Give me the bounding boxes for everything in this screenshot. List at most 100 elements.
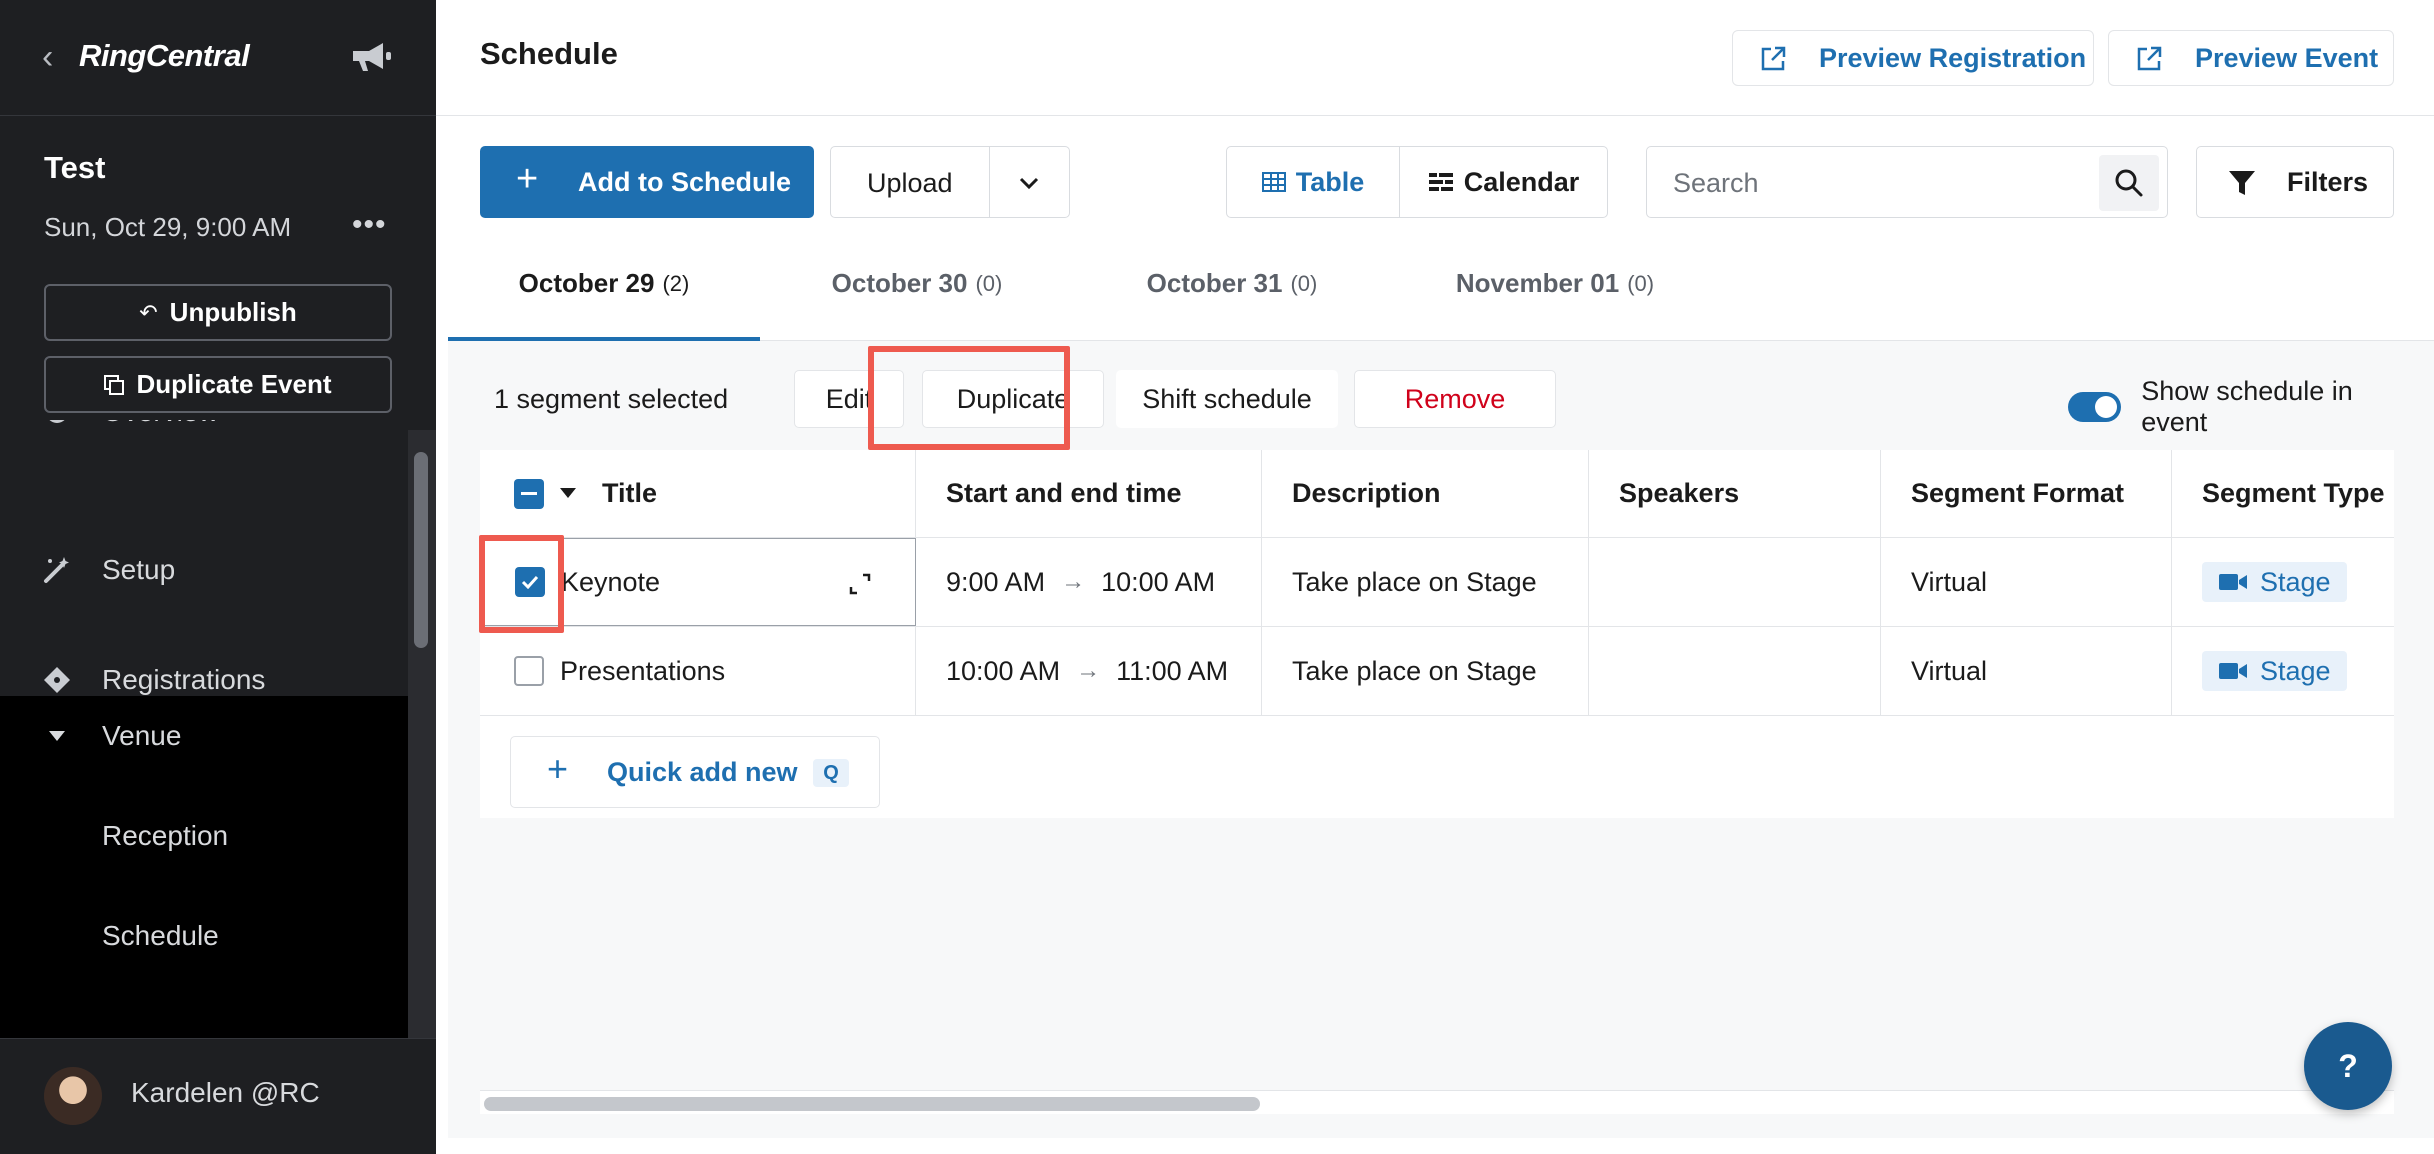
view-calendar-option[interactable]: Calendar — [1399, 147, 1607, 217]
cell-format[interactable]: Virtual — [1881, 538, 2172, 626]
sidebar-item-label: Registrations — [102, 664, 266, 695]
brand-logo: RingCentral — [79, 38, 250, 73]
cell-time[interactable]: 9:00 AM → 10:00 AM — [916, 538, 1262, 626]
remove-button[interactable]: Remove — [1354, 370, 1556, 428]
column-header-label: Title — [602, 478, 658, 508]
unpublish-button[interactable]: ↶ Unpublish — [44, 284, 392, 341]
keyboard-shortcut-badge: Q — [813, 759, 849, 787]
event-title: Test — [44, 150, 106, 185]
add-to-schedule-button[interactable]: + Add to Schedule — [480, 146, 814, 218]
help-button[interactable]: ? — [2304, 1022, 2392, 1110]
search-button[interactable] — [2099, 155, 2159, 211]
cell-speakers[interactable] — [1589, 538, 1881, 626]
shift-schedule-button[interactable]: Shift schedule — [1116, 370, 1338, 428]
ticket-icon — [40, 663, 74, 697]
preview-registration-button[interactable]: Preview Registration — [1732, 30, 2094, 86]
column-header-format[interactable]: Segment Format — [1881, 450, 2172, 537]
quick-add-button[interactable]: + Quick add new Q — [510, 736, 880, 808]
checkmark-icon — [521, 575, 539, 589]
cell-type[interactable]: Stage — [2172, 627, 2394, 715]
chevron-down-icon[interactable] — [1015, 169, 1043, 197]
sidebar-item-setup[interactable]: Setup — [0, 530, 408, 610]
cell-title[interactable]: Presentations — [480, 627, 916, 715]
unpublish-label: Unpublish — [169, 297, 297, 327]
quick-add-row: + Quick add new Q — [480, 716, 2394, 818]
duplicate-event-button[interactable]: Duplicate Event — [44, 356, 392, 413]
column-header-speakers[interactable]: Speakers — [1589, 450, 1881, 537]
segment-type-badge: Stage — [2202, 651, 2347, 691]
search-input[interactable] — [1673, 165, 2093, 201]
table-row[interactable]: Keynote 9:00 AM → 10:00 AM Take place on… — [480, 538, 2394, 627]
sidebar-item-label: Setup — [102, 554, 176, 585]
sidebar-item-label: Schedule — [102, 920, 219, 951]
tab-november-01[interactable]: November 01 (0) — [1390, 226, 1720, 341]
column-header-type[interactable]: Segment Type — [2172, 450, 2394, 537]
tab-october-29[interactable]: October 29 (2) — [448, 226, 760, 341]
cell-description[interactable]: Take place on Stage — [1262, 538, 1589, 626]
date-tabs: October 29 (2) October 30 (0) October 31… — [448, 226, 2434, 341]
user-profile[interactable]: Kardelen @RC — [0, 1038, 436, 1154]
page-title: Schedule — [480, 36, 618, 71]
sidebar-item-venue[interactable]: Venue — [0, 696, 408, 776]
indeterminate-icon — [521, 492, 537, 495]
expand-icon[interactable] — [843, 567, 877, 601]
horizontal-scrollbar[interactable] — [480, 1090, 2394, 1114]
sidebar-item-schedule[interactable]: Schedule — [0, 896, 408, 976]
cell-format[interactable]: Virtual — [1881, 627, 2172, 715]
plus-icon: + — [547, 748, 569, 789]
view-table-option[interactable]: Table — [1227, 147, 1399, 217]
tab-october-31[interactable]: October 31 (0) — [1074, 226, 1390, 341]
cell-type[interactable]: Stage — [2172, 538, 2394, 626]
caret-down-icon[interactable] — [560, 488, 576, 498]
tab-october-30[interactable]: October 30 (0) — [760, 226, 1074, 341]
column-header-time[interactable]: Start and end time — [916, 450, 1262, 537]
sidebar: ‹ RingCentral Test Sun, Oct 29, 9:00 AM … — [0, 0, 436, 1154]
tab-label: November 01 — [1455, 268, 1620, 298]
user-name: Kardelen @RC — [131, 1077, 320, 1108]
table-row[interactable]: Presentations 10:00 AM → 11:00 AM Take p… — [480, 627, 2394, 716]
column-header-description[interactable]: Description — [1262, 450, 1589, 537]
back-chevron-icon[interactable]: ‹ — [42, 40, 66, 74]
upload-button[interactable]: Upload — [867, 168, 953, 199]
duplicate-button[interactable]: Duplicate — [922, 370, 1104, 428]
filters-button[interactable]: Filters — [2196, 146, 2394, 218]
sidebar-scrollbar-thumb[interactable] — [414, 452, 428, 648]
sidebar-scrollbar[interactable] — [408, 430, 436, 1038]
schedule-table: Title Start and end time Description Spe… — [480, 450, 2394, 818]
arrow-right-icon: → — [1076, 657, 1101, 684]
plus-icon: + — [516, 158, 539, 200]
filters-label: Filters — [2287, 166, 2369, 197]
video-camera-icon — [2219, 663, 2247, 679]
cell-time[interactable]: 10:00 AM → 11:00 AM — [916, 627, 1262, 715]
horizontal-scrollbar-thumb[interactable] — [484, 1097, 1260, 1111]
select-all-checkbox[interactable] — [514, 478, 544, 509]
sidebar-item-label: Venue — [102, 720, 182, 751]
cell-title[interactable]: Keynote — [480, 538, 916, 626]
calendar-icon — [1428, 173, 1453, 191]
preview-event-button[interactable]: Preview Event — [2108, 30, 2394, 86]
divider — [989, 147, 990, 217]
cell-speakers[interactable] — [1589, 627, 1881, 715]
sidebar-item-overview[interactable]: Overview — [0, 420, 408, 452]
edit-button[interactable]: Edit — [794, 370, 904, 428]
tab-label: October 29 — [518, 268, 655, 298]
cell-description[interactable]: Take place on Stage — [1262, 627, 1589, 715]
row-checkbox[interactable] — [515, 567, 545, 597]
more-options-icon[interactable]: ••• — [352, 210, 387, 240]
toggle-knob — [2095, 396, 2118, 418]
main-content: Schedule Preview Registration Preview Ev… — [436, 0, 2434, 1154]
preview-event-label: Preview Event — [2195, 42, 2379, 73]
tab-label: October 30 — [831, 268, 968, 298]
copy-icon — [104, 374, 125, 395]
megaphone-icon[interactable] — [349, 38, 393, 74]
toolbar: + Add to Schedule Upload Table Calendar … — [436, 116, 2434, 226]
sidebar-nav: Overview Setup Registrations — [0, 420, 408, 1038]
end-time: 11:00 AM — [1116, 655, 1229, 686]
row-checkbox[interactable] — [514, 656, 544, 686]
show-schedule-toggle[interactable] — [2068, 392, 2122, 422]
sidebar-header: ‹ RingCentral — [0, 0, 436, 116]
tab-count: (0) — [975, 270, 1003, 296]
search-box — [1646, 146, 2168, 218]
undo-icon: ↶ — [139, 299, 158, 325]
sidebar-item-reception[interactable]: Reception — [0, 796, 408, 876]
